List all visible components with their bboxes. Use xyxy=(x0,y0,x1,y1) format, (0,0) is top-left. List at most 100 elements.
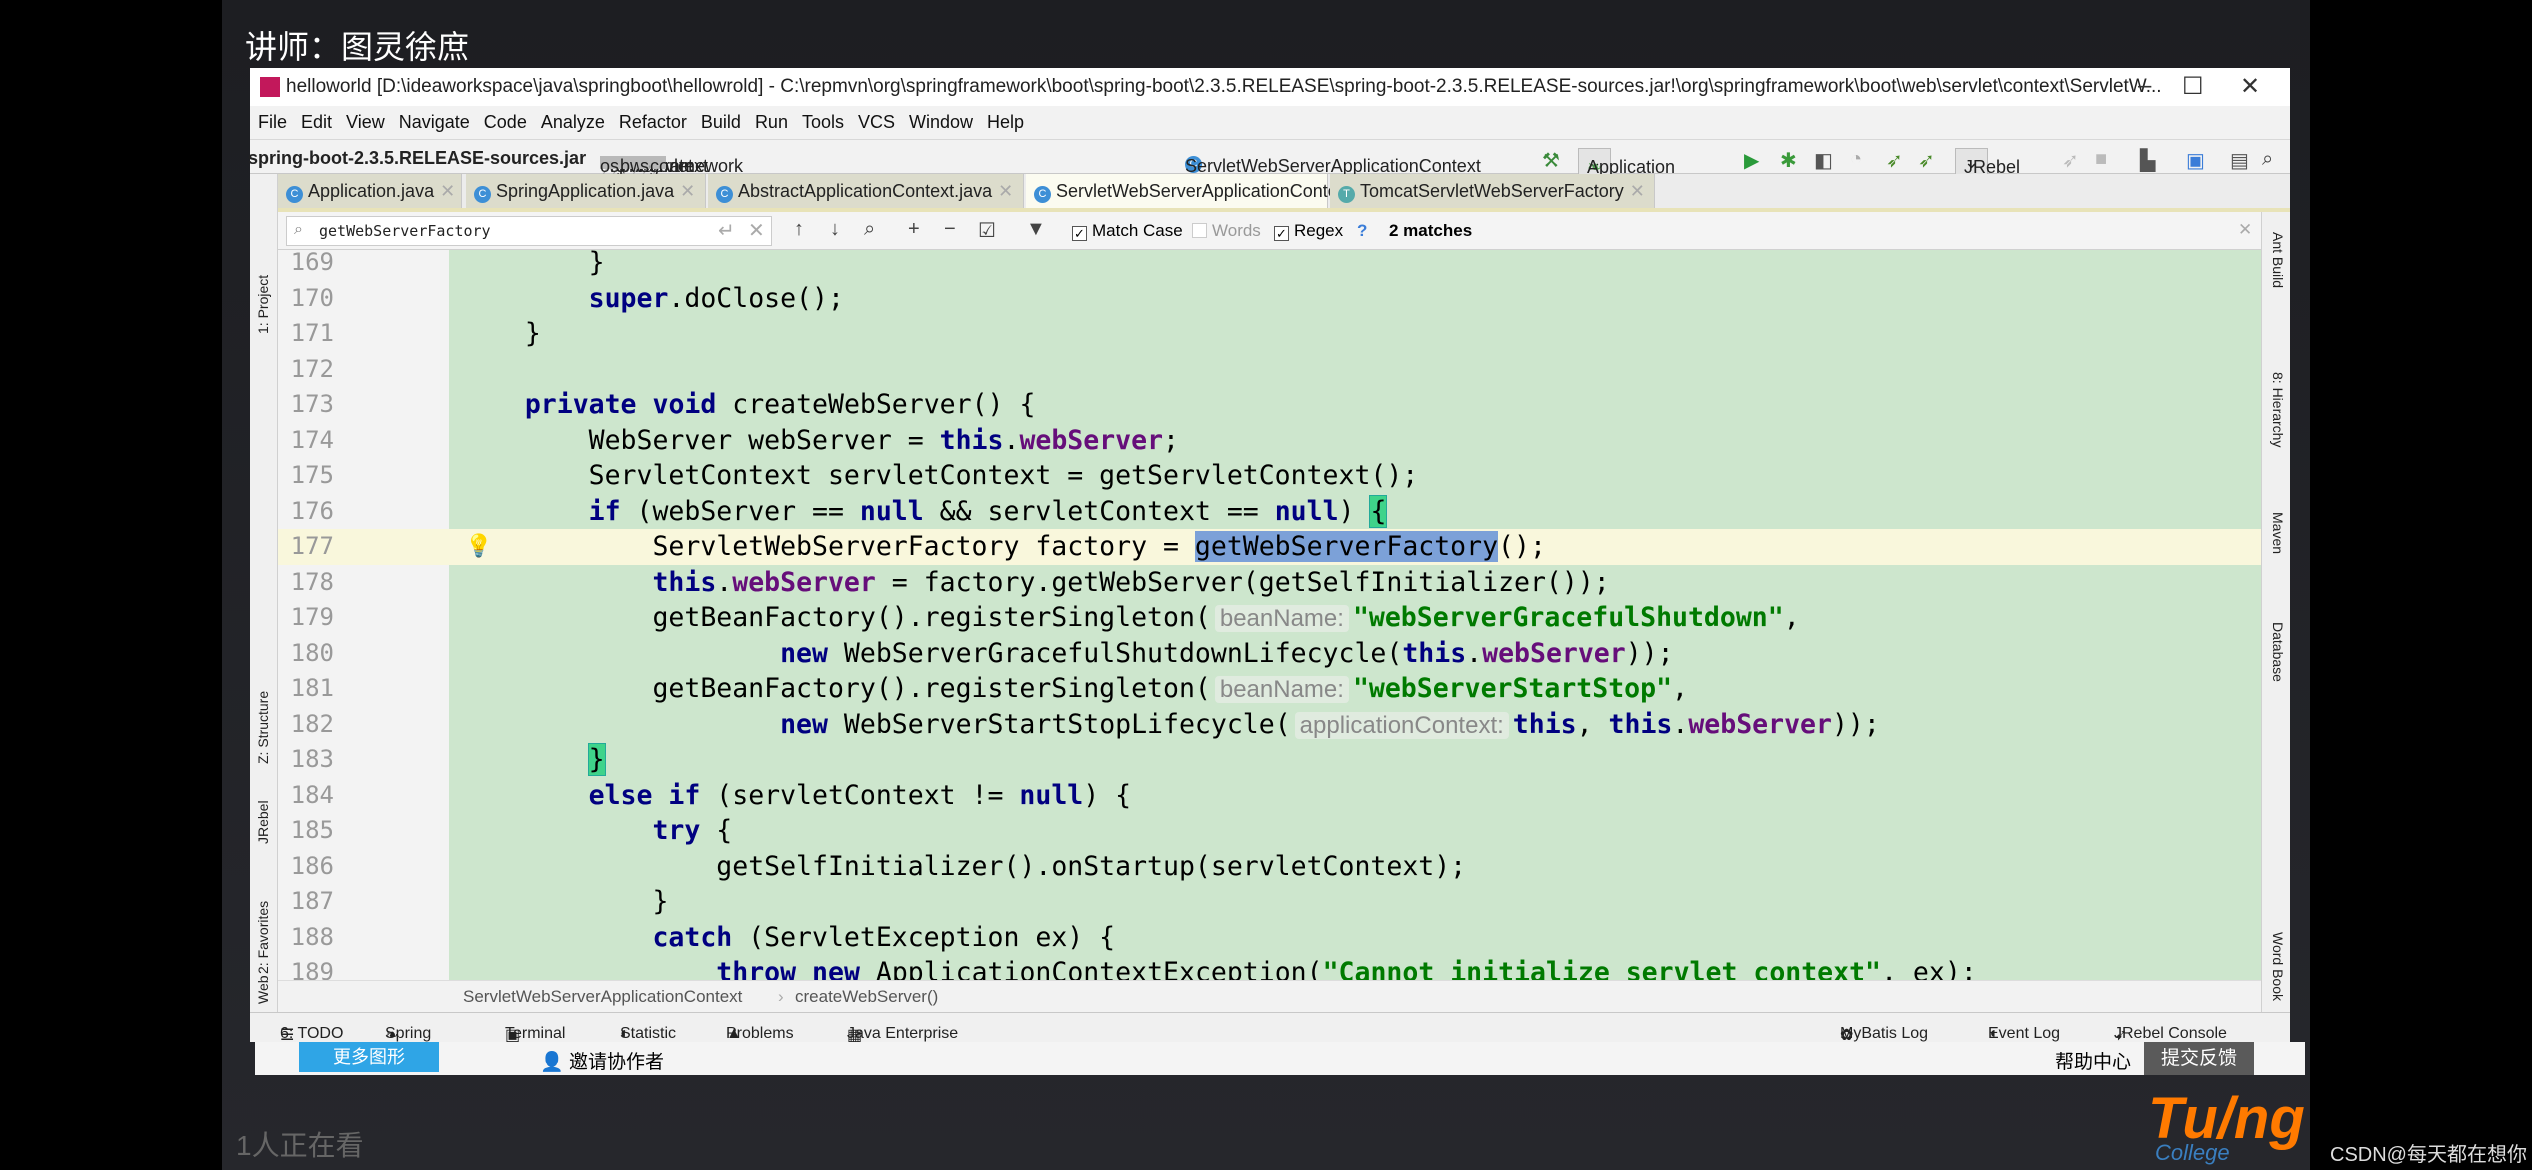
project-structure-icon[interactable]: ▙ xyxy=(2140,148,2155,173)
menu-file[interactable]: File xyxy=(258,112,287,133)
more-shapes-button[interactable]: 更多图形 xyxy=(299,1042,439,1072)
stop-icon[interactable]: ■ xyxy=(2095,148,2107,171)
code-line: 170 super.doClose(); xyxy=(278,281,2261,317)
code-token: } xyxy=(524,318,541,349)
crumb-class[interactable]: ServletWebServerApplicationContext xyxy=(463,987,742,1007)
menu-vcs[interactable]: VCS xyxy=(858,112,895,133)
crumb-method[interactable]: createWebServer() xyxy=(795,987,938,1007)
tab-servletwebserverapplicationcontext-java[interactable]: C ServletWebServerApplicationContext.java… xyxy=(1026,174,1411,208)
menu-refactor[interactable]: Refactor xyxy=(619,112,687,133)
menu-edit[interactable]: Edit xyxy=(301,112,332,133)
clear-search-icon[interactable]: ✕ xyxy=(748,218,765,243)
run-icon[interactable]: ▶ xyxy=(1744,148,1759,173)
left-tool-z-structure[interactable]: Z: Structure xyxy=(255,691,271,764)
search-everywhere-icon[interactable]: ⌕ xyxy=(2262,148,2273,171)
keyword: this xyxy=(1608,708,1673,740)
menu-build[interactable]: Build xyxy=(701,112,741,133)
next-match-icon[interactable]: ↓ xyxy=(830,218,840,241)
code-token: ) { xyxy=(1083,779,1132,811)
code-token: ) xyxy=(1338,495,1371,527)
nav-jar[interactable]: spring-boot-2.3.5.RELEASE-sources.jar xyxy=(248,148,586,169)
left-tool--favorites[interactable]: 2: Favorites xyxy=(255,901,271,974)
line-number: 171 xyxy=(290,319,334,347)
close-tab-icon[interactable]: ✕ xyxy=(1630,181,1645,201)
filter-icon[interactable]: ▼ xyxy=(1026,218,1046,241)
code-token: getSelfInitializer().onStartup(servletCo… xyxy=(716,850,1467,882)
tab-abstractapplicationcontext-java[interactable]: C AbstractApplicationContext.java ✕ xyxy=(708,174,1024,208)
tab-application-java[interactable]: C Application.java ✕ xyxy=(278,174,462,208)
help-center-link[interactable]: 帮助中心 xyxy=(2055,1047,2131,1074)
field: webServer xyxy=(1019,424,1164,456)
words-checkbox[interactable]: Words xyxy=(1192,221,1261,241)
left-tool-strip: 1: Project Z: Structure JRebel 2: Favorites… xyxy=(250,174,278,1012)
remove-occurrence-icon[interactable]: − xyxy=(944,218,956,241)
terminal-window-icon[interactable]: ▤ xyxy=(2230,148,2249,173)
newline-icon[interactable]: ↵ xyxy=(718,218,735,243)
coverage-icon[interactable]: ◧ xyxy=(1814,148,1833,173)
code-line: 171 } xyxy=(278,316,2261,352)
keyword: new xyxy=(780,708,828,740)
code-text: new WebServerStartStopLifecycle(applicat… xyxy=(461,707,1880,744)
code-line: 177 ServletWebServerFactory factory = ge… xyxy=(278,529,2261,565)
jrebel-debug-icon[interactable]: ➶ xyxy=(1918,148,1935,173)
close-tab-icon[interactable]: ✕ xyxy=(998,181,1013,201)
maximize-button[interactable]: ☐ xyxy=(2182,72,2204,101)
code-token: .doClose(); xyxy=(668,282,844,314)
close-find-icon[interactable]: ✕ xyxy=(2238,220,2252,240)
navigation-bar: spring-boot-2.3.5.RELEASE-sources.jar 〉 … xyxy=(248,139,2290,180)
lightbulb-icon[interactable]: 💡 xyxy=(465,529,492,565)
close-button[interactable]: ✕ xyxy=(2240,72,2260,101)
feedback-button[interactable]: 提交反馈 xyxy=(2144,1042,2254,1075)
keyword: new xyxy=(780,637,828,669)
right-tool-maven[interactable]: Maven xyxy=(2270,512,2286,554)
minimize-button[interactable]: – xyxy=(2138,72,2151,100)
left-tool-web[interactable]: Web xyxy=(255,975,271,1004)
profile-icon[interactable]: ◔ xyxy=(1850,148,1862,171)
previous-match-icon[interactable]: ↑ xyxy=(794,218,804,241)
jrebel-run-icon[interactable]: ➶ xyxy=(1886,148,1903,173)
select-all-occurrences-icon[interactable]: ☑ xyxy=(978,218,996,243)
menu-navigate[interactable]: Navigate xyxy=(399,112,470,133)
close-tab-icon[interactable]: ✕ xyxy=(440,181,455,201)
code-editor[interactable]: 169 } 170 super.doClose(); 171 } 172 173 pri… xyxy=(278,250,2261,980)
menu-view[interactable]: View xyxy=(346,112,385,133)
code-line: 183 } xyxy=(278,742,2261,778)
menu-analyze[interactable]: Analyze xyxy=(541,112,605,133)
code-token: )); xyxy=(1625,637,1674,669)
right-tool-ant-build[interactable]: Ant Build xyxy=(2270,232,2286,288)
class-icon: C xyxy=(716,186,733,203)
menu-window[interactable]: Window xyxy=(909,112,973,133)
menu-help[interactable]: Help xyxy=(987,112,1024,133)
right-tool-8-hierarchy[interactable]: 8: Hierarchy xyxy=(2270,372,2286,447)
regex-checkbox[interactable]: ✓ Regex xyxy=(1274,221,1343,241)
left-tool--project[interactable]: 1: Project xyxy=(255,275,271,334)
right-tool-database[interactable]: Database xyxy=(2270,622,2286,682)
tab-springapplication-java[interactable]: C SpringApplication.java ✕ xyxy=(466,174,706,208)
tab-tomcatservletwebserverfactory[interactable]: T TomcatServletWebServerFactory ✕ xyxy=(1330,174,1655,208)
invite-collaborator-button[interactable]: 👤 邀请协作者 xyxy=(540,1047,664,1074)
debug-icon[interactable]: ✱ xyxy=(1780,148,1797,173)
jrebel-update-icon[interactable]: ➶ xyxy=(2062,148,2079,173)
code-text: getBeanFactory().registerSingleton(beanN… xyxy=(461,671,1688,708)
code-token: (); xyxy=(1498,531,1546,562)
run-config-dropdown[interactable]: ❧ Application ⌄ xyxy=(1578,148,1675,177)
left-tool-jrebel[interactable]: JRebel xyxy=(255,800,271,844)
match-case-checkbox[interactable]: ✓ Match Case xyxy=(1072,221,1183,241)
translate-icon[interactable]: ▣ xyxy=(2186,148,2205,173)
find-all-icon[interactable]: ⌕ xyxy=(864,218,875,241)
menu-run[interactable]: Run xyxy=(755,112,788,133)
regex-help-link[interactable]: ? xyxy=(1357,221,1367,241)
add-occurrence-icon[interactable]: + xyxy=(908,218,920,241)
code-line: 188 catch (ServletException ex) { xyxy=(278,920,2261,956)
ide-window: helloworld [D:\ideaworkspace\java\spring… xyxy=(248,68,2290,1044)
menu-tools[interactable]: Tools xyxy=(802,112,844,133)
line-number: 169 xyxy=(290,250,334,276)
menu-code[interactable]: Code xyxy=(484,112,527,133)
close-tab-icon[interactable]: ✕ xyxy=(680,181,695,201)
build-hammer-icon[interactable]: ⚒ xyxy=(1542,148,1560,173)
code-line: 180 new WebServerGracefulShutdownLifecyc… xyxy=(278,636,2261,672)
code-token: } xyxy=(652,886,669,917)
find-input[interactable]: getWebServerFactory xyxy=(286,216,772,246)
right-tool-word-book[interactable]: Word Book xyxy=(2270,932,2286,1001)
jrebel-dropdown[interactable]: JRebel ⌄ xyxy=(1955,148,2020,177)
